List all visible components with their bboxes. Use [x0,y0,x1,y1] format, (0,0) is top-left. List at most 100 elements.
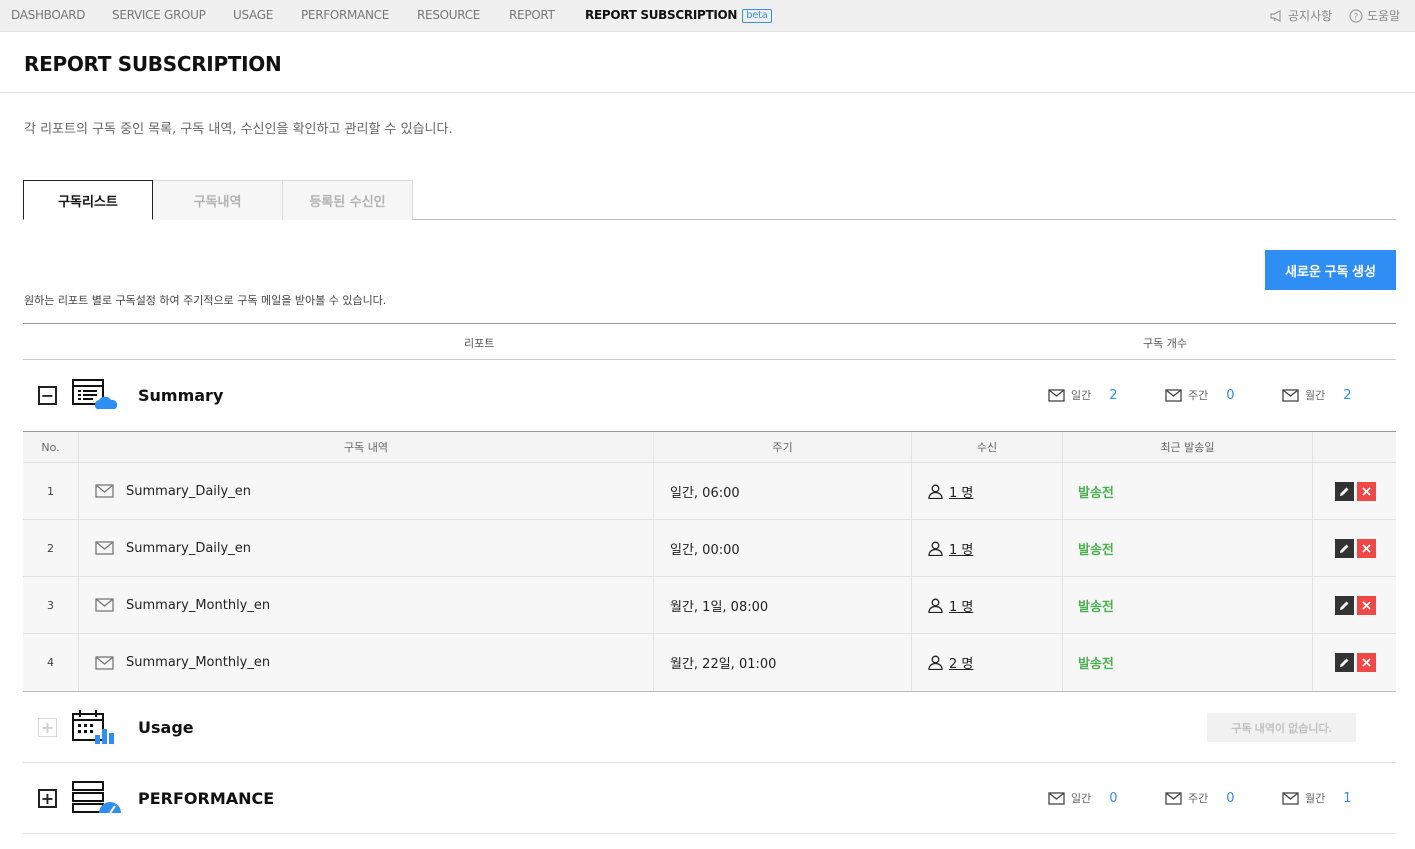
help-circle-icon: ? [1349,8,1363,23]
performance-report-icon [72,781,121,814]
new-subscription-button[interactable]: 새로운 구독 생성 [1265,250,1396,290]
nav-report-subscription-label: REPORT SUBSCRIPTION [585,8,738,22]
count-value: 0 [1109,790,1118,806]
mail-icon [1282,388,1299,402]
summary-report-icon [72,379,118,409]
edit-button[interactable] [1335,653,1354,672]
recipients-link[interactable]: 1 명 [949,539,973,558]
user-icon [928,655,943,670]
mail-icon [1048,791,1065,805]
subscription-table: No. 구독 내역 주기 수신 최근 발송일 1 Summary_Daily_e… [23,431,1396,692]
recipients-link[interactable]: 2 명 [949,653,973,672]
mail-icon [95,598,114,612]
count-weekly: 주간 0 [1165,387,1282,403]
top-nav: DASHBOARD SERVICE GROUP USAGE PERFORMANC… [0,0,1415,32]
table-row: 1 Summary_Daily_en 일간, 06:00 1 명 발송전 [23,463,1396,520]
report-group-performance: + PERFORMANCE 일간 0 주간 0 월간 1 [23,763,1396,834]
row-last-sent: 발송전 [1062,463,1312,519]
delete-button[interactable] [1357,481,1376,501]
user-icon [928,541,943,556]
nav-report-subscription[interactable]: REPORT SUBSCRIPTION beta [585,8,772,23]
mail-icon [1282,791,1299,805]
row-name: Summary_Monthly_en [78,577,653,633]
edit-button[interactable] [1335,538,1354,558]
mail-icon [95,541,114,555]
row-last-sent: 발송전 [1062,577,1312,633]
report-name-performance: PERFORMANCE [138,789,275,808]
delete-button[interactable] [1357,538,1376,558]
list-header: 리포트 구독 개수 [23,323,1396,360]
nav-performance[interactable]: PERFORMANCE [301,8,389,22]
count-value: 0 [1226,790,1235,806]
recipients-link[interactable]: 1 명 [949,482,973,501]
pencil-icon [1340,487,1349,496]
count-value: 0 [1226,387,1235,403]
count-monthly: 월간 2 [1282,387,1356,403]
tab-registered-recipients[interactable]: 등록된 수신인 [283,180,413,220]
help-link[interactable]: ? 도움말 [1349,7,1400,24]
close-icon [1362,543,1371,553]
count-daily: 일간 2 [1048,387,1165,403]
table-row: 3 Summary_Monthly_en 월간, 1일, 08:00 1 명 발… [23,577,1396,634]
row-no: 2 [47,541,54,555]
row-recipients: 1 명 [911,463,1062,519]
user-icon [928,484,943,499]
tab-bar: 구독리스트 구독내역 등록된 수신인 [23,180,1396,220]
page-title: REPORT SUBSCRIPTION [24,52,282,76]
close-icon [1362,486,1371,496]
row-recipients: 1 명 [911,577,1062,633]
count-label: 주간 [1188,792,1209,805]
help-label: 도움말 [1367,9,1401,23]
count-value: 2 [1343,387,1352,403]
no-subscription-button[interactable]: 구독 내역이 없습니다. [1207,713,1356,742]
row-period: 월간, 1일, 08:00 [653,577,911,633]
megaphone-icon [1270,9,1281,22]
delete-button[interactable] [1357,595,1376,615]
row-period: 일간, 06:00 [653,463,911,519]
nav-report[interactable]: REPORT [509,8,555,22]
edit-button[interactable] [1335,481,1354,501]
nav-service-group[interactable]: SERVICE GROUP [112,8,206,22]
nav-usage[interactable]: USAGE [233,8,273,22]
subscription-name: Summary_Monthly_en [126,597,271,613]
subscription-counts: 일간 0 주간 0 월간 1 [1048,790,1356,806]
delete-button[interactable] [1357,653,1376,672]
col-actions [1312,432,1396,462]
row-recipients: 1 명 [911,520,1062,576]
list-description: 원하는 리포트 별로 구독설정 하여 주기적으로 구독 메일을 받아볼 수 있습… [24,294,387,307]
recipients-link[interactable]: 1 명 [949,596,973,615]
nav-dashboard[interactable]: DASHBOARD [11,8,86,22]
count-weekly: 주간 0 [1165,790,1282,806]
row-period: 월간, 22일, 01:00 [653,634,911,691]
nav-resource[interactable]: RESOURCE [417,8,480,22]
row-period: 일간, 00:00 [653,520,911,576]
mail-icon [1048,388,1065,402]
table-row: 2 Summary_Daily_en 일간, 00:00 1 명 발송전 [23,520,1396,577]
count-label: 일간 [1071,792,1092,805]
beta-badge: beta [742,9,772,23]
mail-icon [1165,388,1182,402]
count-monthly: 월간 1 [1282,790,1356,806]
count-label: 주간 [1188,389,1209,402]
table-header-row: No. 구독 내역 주기 수신 최근 발송일 [23,432,1396,463]
notice-link[interactable]: 공지사항 [1270,7,1332,24]
expand-toggle[interactable]: + [38,789,57,808]
title-divider [0,92,1415,93]
col-name: 구독 내역 [78,432,653,462]
report-name-usage: Usage [138,718,194,737]
collapse-toggle[interactable]: − [38,386,57,405]
tab-subscription-history[interactable]: 구독내역 [153,180,283,220]
count-label: 월간 [1305,389,1326,402]
row-actions [1312,577,1396,633]
expand-toggle[interactable]: + [38,718,57,737]
tab-subscription-list[interactable]: 구독리스트 [23,180,153,220]
group-divider [23,833,1396,834]
table-row: 4 Summary_Monthly_en 월간, 22일, 01:00 2 명 … [23,634,1396,691]
edit-button[interactable] [1335,595,1354,615]
page-description: 각 리포트의 구독 중인 목록, 구독 내역, 수신인을 확인하고 관리할 수 … [24,122,453,137]
col-last-sent: 최근 발송일 [1062,432,1312,462]
mail-icon [1165,791,1182,805]
usage-report-icon [72,710,114,744]
pencil-icon [1340,544,1349,553]
row-name: Summary_Daily_en [78,520,653,576]
